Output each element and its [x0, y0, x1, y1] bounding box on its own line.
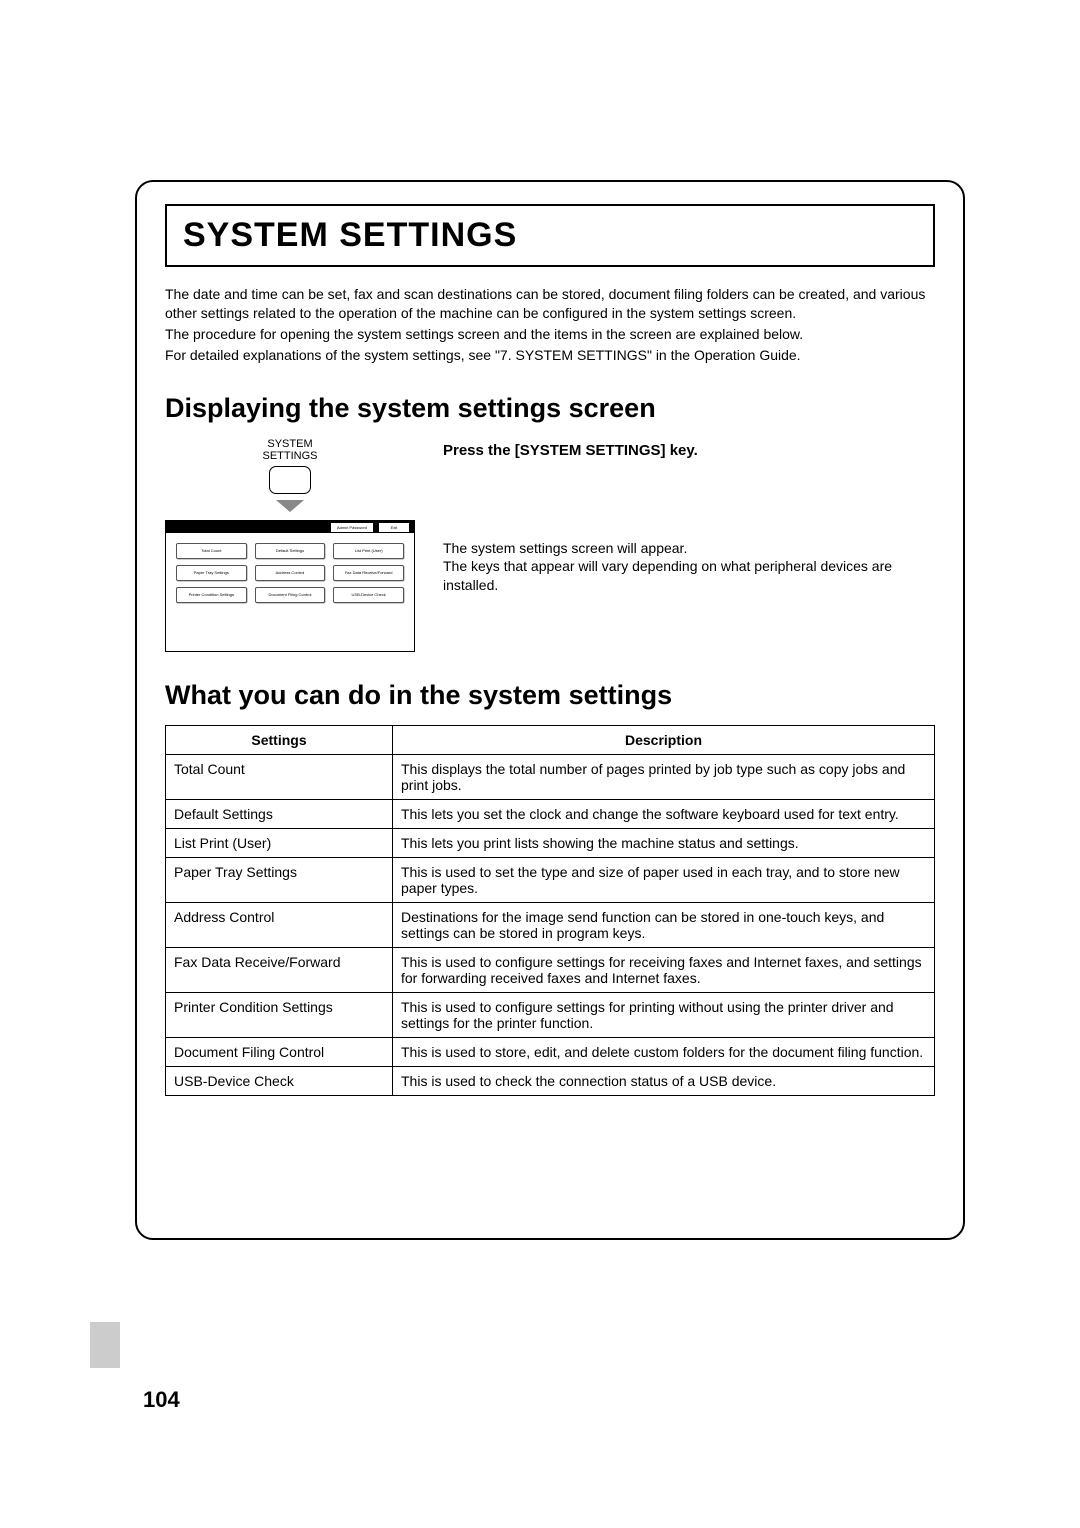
row-description: This is used to check the connection sta… — [393, 1066, 935, 1095]
panel-exit-button: Exit — [378, 522, 410, 533]
row-description: This lets you print lists showing the ma… — [393, 828, 935, 857]
row-setting: Total Count — [166, 754, 393, 799]
page-title: SYSTEM SETTINGS — [183, 216, 917, 255]
panel-btn-fax-data: Fax Data Receive/Forward — [333, 565, 404, 581]
panel-btn-paper-tray: Paper Tray Settings — [176, 565, 247, 581]
page-title-box: SYSTEM SETTINGS — [165, 204, 935, 267]
intro-line-1: The date and time can be set, fax and sc… — [165, 285, 935, 323]
intro-text: The date and time can be set, fax and sc… — [165, 285, 935, 365]
panel-btn-doc-filing: Document Filing Control — [255, 587, 326, 603]
table-row: Address Control Destinations for the ima… — [166, 902, 935, 947]
key-label-line1: SYSTEM — [165, 438, 415, 450]
row-description: Destinations for the image send function… — [393, 902, 935, 947]
section-displaying-heading: Displaying the system settings screen — [165, 393, 935, 424]
instruction-body-1: The system settings screen will appear. — [443, 539, 935, 558]
col-settings: Settings — [166, 725, 393, 754]
panel-btn-address-control: Address Control — [255, 565, 326, 581]
row-description: This is used to configure settings for r… — [393, 947, 935, 992]
section-what-heading: What you can do in the system settings — [165, 680, 935, 711]
table-row: USB-Device Check This is used to check t… — [166, 1066, 935, 1095]
row-setting: Paper Tray Settings — [166, 857, 393, 902]
table-row: List Print (User) This lets you print li… — [166, 828, 935, 857]
table-row: Paper Tray Settings This is used to set … — [166, 857, 935, 902]
down-arrow-icon — [276, 500, 304, 512]
instruction-body-2: The keys that appear will vary depending… — [443, 557, 935, 595]
table-row: Fax Data Receive/Forward This is used to… — [166, 947, 935, 992]
panel-btn-printer-condition: Printer Condition Settings — [176, 587, 247, 603]
table-row: Default Settings This lets you set the c… — [166, 799, 935, 828]
row-setting: Address Control — [166, 902, 393, 947]
panel-admin-password-button: Admin Password — [330, 522, 374, 533]
page: SYSTEM SETTINGS The date and time can be… — [0, 0, 1080, 1528]
col-description: Description — [393, 725, 935, 754]
displaying-section: SYSTEM SETTINGS Admin Password Exit Tota… — [165, 438, 935, 652]
intro-line-3: For detailed explanations of the system … — [165, 346, 935, 365]
row-description: This displays the total number of pages … — [393, 754, 935, 799]
row-setting: Default Settings — [166, 799, 393, 828]
row-description: This is used to configure settings for p… — [393, 992, 935, 1037]
panel-titlebar: Admin Password Exit — [166, 521, 414, 533]
row-setting: USB-Device Check — [166, 1066, 393, 1095]
key-label-line2: SETTINGS — [165, 450, 415, 462]
instruction-column: Press the [SYSTEM SETTINGS] key. The sys… — [443, 438, 935, 652]
intro-line-2: The procedure for opening the system set… — [165, 325, 935, 344]
instruction-body: The system settings screen will appear. … — [443, 539, 935, 596]
instruction-bold: Press the [SYSTEM SETTINGS] key. — [443, 442, 935, 459]
settings-panel-illustration: Admin Password Exit Total Count Default … — [165, 520, 415, 652]
row-description: This is used to set the type and size of… — [393, 857, 935, 902]
system-settings-key-diagram: SYSTEM SETTINGS — [165, 438, 415, 512]
panel-button-grid: Total Count Default Settings List Print … — [166, 533, 414, 613]
table-row: Total Count This displays the total numb… — [166, 754, 935, 799]
table-row: Document Filing Control This is used to … — [166, 1037, 935, 1066]
settings-table: Settings Description Total Count This di… — [165, 725, 935, 1096]
panel-btn-usb-check: USB-Device Check — [333, 587, 404, 603]
table-header-row: Settings Description — [166, 725, 935, 754]
row-setting: Document Filing Control — [166, 1037, 393, 1066]
row-description: This lets you set the clock and change t… — [393, 799, 935, 828]
panel-btn-list-print: List Print (User) — [333, 543, 404, 559]
main-content-frame: SYSTEM SETTINGS The date and time can be… — [135, 180, 965, 1240]
row-setting: Fax Data Receive/Forward — [166, 947, 393, 992]
panel-btn-total-count: Total Count — [176, 543, 247, 559]
panel-btn-default-settings: Default Settings — [255, 543, 326, 559]
row-setting: Printer Condition Settings — [166, 992, 393, 1037]
key-shape-icon — [269, 466, 311, 494]
side-tab — [90, 1322, 120, 1368]
row-setting: List Print (User) — [166, 828, 393, 857]
page-number: 104 — [143, 1387, 180, 1413]
table-row: Printer Condition Settings This is used … — [166, 992, 935, 1037]
diagram-column: SYSTEM SETTINGS Admin Password Exit Tota… — [165, 438, 415, 652]
row-description: This is used to store, edit, and delete … — [393, 1037, 935, 1066]
